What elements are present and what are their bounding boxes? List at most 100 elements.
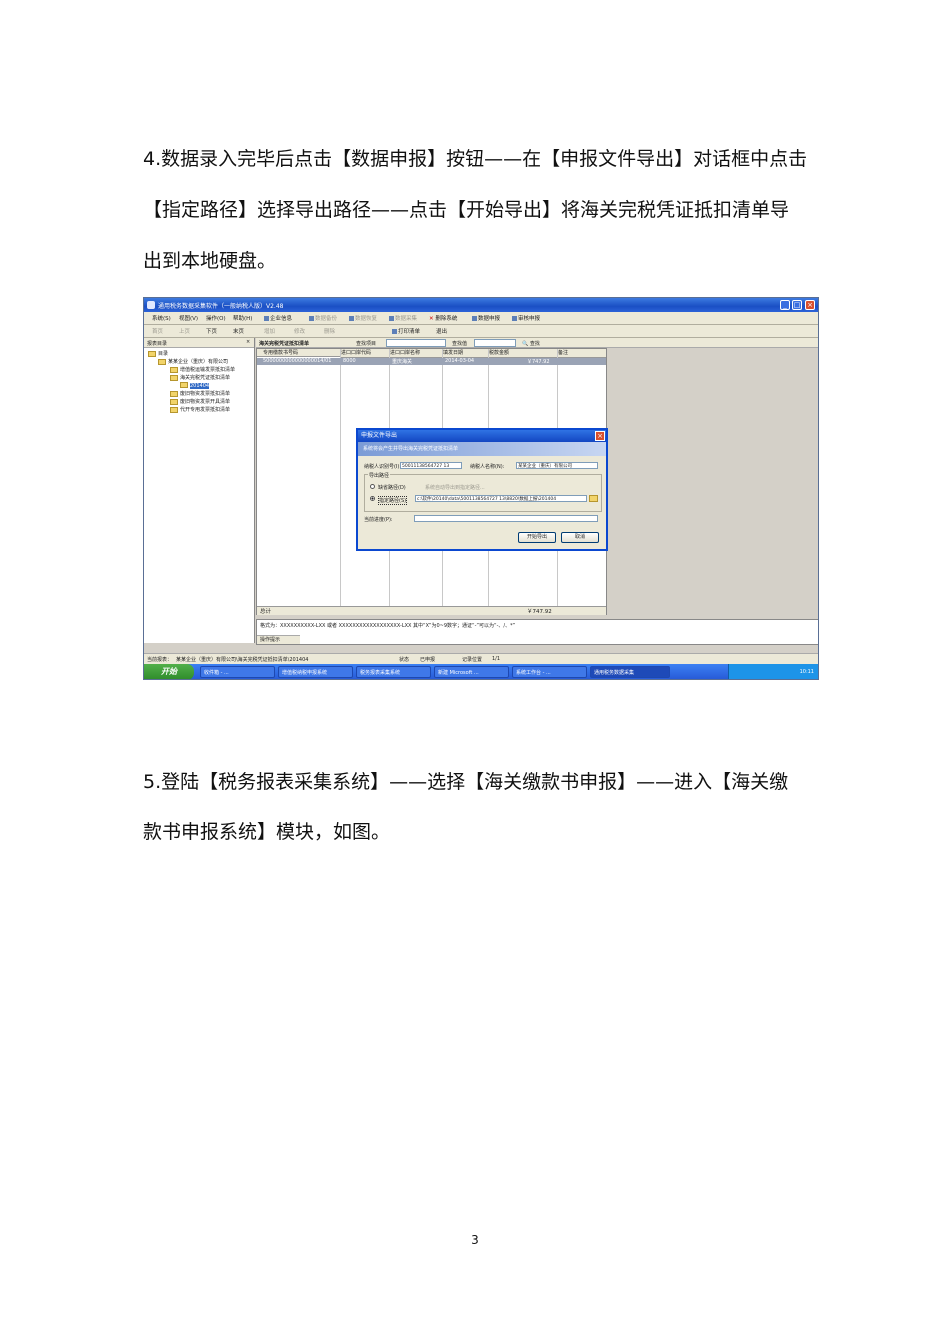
clock: 10:11 bbox=[799, 669, 814, 675]
tb-first[interactable]: 首页 bbox=[152, 327, 163, 335]
menu-help[interactable]: 帮助(H) bbox=[233, 314, 252, 322]
export-path-group: 导出路径 缺省路径(D) 系统自动导出到指定路径... 指定路径(S) c:\软… bbox=[364, 472, 602, 512]
app-icon bbox=[147, 301, 155, 309]
taxpayer-id-field[interactable]: 50011138564727 13 bbox=[400, 462, 462, 469]
default-path-desc: 系统自动导出到指定路径... bbox=[425, 485, 485, 491]
task-item[interactable]: 收件箱 - ... bbox=[200, 666, 275, 678]
tree-item-scrap-issue[interactable]: 废旧物资发票开具清单 bbox=[170, 398, 230, 405]
para4-line3: 出到本地硬盘。 bbox=[143, 250, 277, 272]
taxpayer-name-field[interactable]: 某某企业（重庆）有限公司 bbox=[516, 462, 598, 469]
progress-label: 当前进度(P): bbox=[364, 517, 393, 523]
cell: 2014-03-04 bbox=[445, 358, 475, 364]
col-header[interactable]: 备注 bbox=[558, 349, 606, 358]
search-item-select[interactable] bbox=[386, 339, 446, 347]
report-tree-panel: 报表目录 × 目录 某某企业（重庆）有限公司 增值税运输发票抵扣清单 海关完税凭证… bbox=[144, 338, 255, 643]
grid-header-bar: 海关完税凭证抵扣清单 查找项目 查找值 🔍 查找 bbox=[256, 338, 818, 348]
col-header[interactable]: 进口口岸代码 bbox=[341, 349, 389, 358]
export-path-legend: 导出路径 bbox=[368, 472, 391, 479]
radio-custom-path[interactable] bbox=[370, 496, 375, 501]
task-item[interactable]: 通用税务数据采集 bbox=[590, 666, 670, 678]
radio-default-path[interactable] bbox=[370, 484, 375, 489]
total-label: 总计 bbox=[260, 609, 272, 615]
tb-prev[interactable]: 上页 bbox=[179, 327, 190, 335]
tb-print-list[interactable]: 打印清单 bbox=[392, 327, 420, 335]
tb-last[interactable]: 末页 bbox=[233, 327, 244, 335]
task-item[interactable]: 新建 Microsoft ... bbox=[434, 666, 509, 678]
menu-delete-system[interactable]: ✕ 删除系统 bbox=[429, 314, 457, 322]
default-path-label: 缺省路径(D) bbox=[378, 485, 406, 491]
dialog-title: 申报文件导出 bbox=[358, 430, 606, 442]
tree-item-period[interactable]: 201404 bbox=[180, 382, 210, 389]
col-header[interactable]: 填发日期 bbox=[443, 349, 488, 358]
maximize-icon[interactable]: □ bbox=[792, 300, 802, 310]
total-value: ￥747.92 bbox=[527, 609, 552, 615]
search-value-input[interactable] bbox=[474, 339, 516, 347]
status-state-label: 状态 bbox=[399, 657, 410, 663]
para5-line2: 款书申报系统】模块，如图。 bbox=[143, 821, 391, 843]
close-icon[interactable]: × bbox=[805, 300, 815, 310]
toolbar: 首页 上页 下页 末页 增加 修改 删除 打印清单 退出 bbox=[144, 325, 818, 338]
tree-company[interactable]: 某某企业（重庆）有限公司 bbox=[158, 358, 228, 365]
dialog-close-icon[interactable]: × bbox=[595, 431, 605, 441]
cell: 重庆海关 bbox=[392, 359, 413, 365]
taxpayer-name-label: 纳税人名称(N): bbox=[470, 464, 505, 470]
tree-item-special[interactable]: 代开专用发票抵扣清单 bbox=[170, 406, 230, 413]
menu-audit-declare[interactable]: 审核申报 bbox=[512, 314, 540, 322]
cell: 8000 bbox=[343, 358, 356, 364]
page-number: 3 bbox=[471, 1233, 479, 1247]
menu-restore[interactable]: 数据恢复 bbox=[349, 314, 377, 322]
window-title: 通用税务数据采集软件（一般纳税人版）V2.48 bbox=[158, 303, 284, 310]
tree-item-customs[interactable]: 海关完税凭证抵扣清单 bbox=[170, 374, 230, 381]
panel-close-icon[interactable]: × bbox=[246, 339, 250, 345]
task-item[interactable]: 系统工作台 - ... bbox=[512, 666, 587, 678]
col-header[interactable]: 专用缴款书号码 bbox=[257, 349, 340, 357]
dialog-banner: 系统将会产生并导出海关完税凭证抵扣清单 bbox=[358, 442, 606, 456]
tb-exit[interactable]: 退出 bbox=[436, 327, 447, 335]
tb-delete[interactable]: 删除 bbox=[324, 327, 335, 335]
start-button[interactable]: 开始 bbox=[144, 664, 194, 679]
progress-bar bbox=[414, 515, 598, 522]
col-header[interactable]: 进口口岸名称 bbox=[390, 349, 442, 358]
cancel-button[interactable]: 取消 bbox=[561, 532, 599, 543]
col-header[interactable]: 税款金额 bbox=[489, 349, 557, 358]
menu-data-declare[interactable]: 数据申报 bbox=[472, 314, 500, 322]
browse-folder-icon[interactable] bbox=[589, 495, 598, 502]
menu-company-info[interactable]: 企业信息 bbox=[264, 314, 292, 322]
para4-line2: 【指定路径】选择导出路径——点击【开始导出】将海关完税凭证抵扣清单导 bbox=[143, 199, 790, 221]
status-report: 某某企业（重庆）有限公司\海关完税凭证抵扣清单\201404 bbox=[176, 657, 309, 663]
tree-header: 报表目录 bbox=[147, 341, 168, 347]
tb-next[interactable]: 下页 bbox=[206, 327, 217, 335]
menu-system[interactable]: 系统(S) bbox=[152, 314, 171, 322]
tb-edit[interactable]: 修改 bbox=[294, 327, 305, 335]
tab-operation-hint[interactable]: 操作提示 bbox=[257, 635, 300, 644]
grid-title: 海关完税凭证抵扣清单 bbox=[259, 341, 310, 347]
tree-root[interactable]: 目录 bbox=[148, 350, 168, 357]
system-tray: 10:11 bbox=[728, 664, 818, 679]
taskbar: 开始 收件箱 - ... 增值税纳税申报系统 税务报表采集系统 新建 Micro… bbox=[144, 664, 818, 679]
export-dialog: 申报文件导出 × 系统将会产生并导出海关完税凭证抵扣清单 纳税人识别号(I): … bbox=[356, 428, 608, 551]
start-export-button[interactable]: 开始导出 bbox=[518, 532, 556, 543]
custom-path-label: 指定路径(S) bbox=[378, 496, 408, 505]
search-button[interactable]: 🔍 查找 bbox=[522, 340, 540, 347]
menu-bar: 系统(S) 视图(V) 操作(O) 帮助(H) 企业信息 数据备份 数据恢复 数… bbox=[144, 312, 818, 325]
search-value-label: 查找值 bbox=[452, 341, 468, 347]
taxpayer-id-label: 纳税人识别号(I): bbox=[364, 464, 402, 470]
format-hint: 格式为：XXXXXXXXXX-LXX 或者 XXXXXXXXXXXXXXXXXX… bbox=[256, 619, 818, 645]
tb-add[interactable]: 增加 bbox=[264, 327, 275, 335]
menu-view[interactable]: 视图(V) bbox=[179, 314, 198, 322]
task-item[interactable]: 增值税纳税申报系统 bbox=[278, 666, 353, 678]
export-path-field[interactable]: c:\软件\20140\data\5001138564727 13\8820\数… bbox=[415, 495, 587, 502]
tree-item-transport[interactable]: 增值税运输发票抵扣清单 bbox=[170, 366, 235, 373]
status-label: 当前报表： bbox=[147, 657, 173, 663]
task-item[interactable]: 税务报表采集系统 bbox=[356, 666, 431, 678]
table-row[interactable]: 5000000000000000014/01 8000 重庆海关 2014-03… bbox=[257, 358, 606, 365]
menu-operate[interactable]: 操作(O) bbox=[206, 314, 226, 322]
cell: 5000000000000000014/01 bbox=[263, 358, 332, 364]
minimize-icon[interactable]: _ bbox=[780, 300, 790, 310]
tree-item-scrap-deduct[interactable]: 废旧物资发票抵扣清单 bbox=[170, 390, 230, 397]
search-item-label: 查找项目 bbox=[356, 341, 377, 347]
menu-collect[interactable]: 数据采集 bbox=[389, 314, 417, 322]
para5-line1: 5.登陆【税务报表采集系统】——选择【海关缴款书申报】——进入【海关缴 bbox=[143, 771, 789, 793]
hint-text: 格式为：XXXXXXXXXX-LXX 或者 XXXXXXXXXXXXXXXXXX… bbox=[260, 623, 516, 629]
menu-backup[interactable]: 数据备份 bbox=[309, 314, 337, 322]
